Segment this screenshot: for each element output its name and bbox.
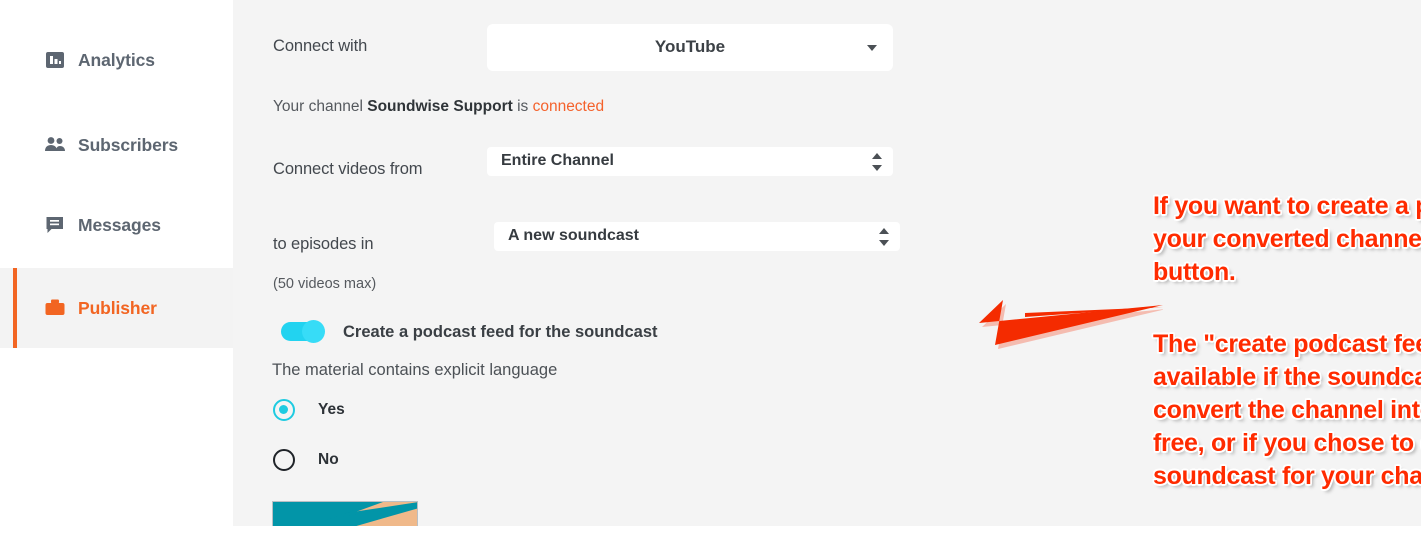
sidebar-item-label: Subscribers <box>78 134 179 155</box>
radio-button-selected[interactable] <box>273 399 295 421</box>
page-root: Analytics Subscribers Messages Publisher… <box>0 0 1421 536</box>
radio-label: No <box>318 451 339 468</box>
channel-status-prefix: Your channel <box>273 98 368 115</box>
create-podcast-feed-label: Create a podcast feed for the soundcast <box>343 323 658 341</box>
to-episodes-in-value: A new soundcast <box>508 227 639 244</box>
connected-status-link[interactable]: connected <box>533 98 605 115</box>
left-arrow-annotation <box>933 295 1166 355</box>
sidebar-item-publisher[interactable]: Publisher <box>0 268 233 348</box>
bottom-white-strip <box>0 526 1421 536</box>
to-episodes-in-label: to episodes in <box>273 235 374 253</box>
sidebar-item-subscribers[interactable]: Subscribers <box>0 105 233 185</box>
create-podcast-feed-toggle[interactable] <box>281 320 325 343</box>
channel-status: Your channel Soundwise Support is connec… <box>273 98 604 116</box>
annotation-text-2: The "create podcast feed" option is avai… <box>1153 330 1421 490</box>
connect-videos-from-value: Entire Channel <box>501 152 614 169</box>
radio-label: Yes <box>318 401 345 418</box>
videos-max-note: (50 videos max) <box>273 276 377 292</box>
connect-videos-from-select[interactable]: Entire Channel <box>487 147 893 176</box>
toggle-knob <box>302 320 325 343</box>
radio-button-unselected[interactable] <box>273 449 295 471</box>
channel-name: Soundwise Support <box>367 98 513 115</box>
chevron-down-icon <box>867 45 877 51</box>
sidebar-item-label: Messages <box>78 214 161 235</box>
sidebar-item-label: Publisher <box>78 297 157 318</box>
connect-with-value: YouTube <box>654 37 726 56</box>
briefcase-icon <box>44 297 66 319</box>
people-icon <box>44 134 66 156</box>
annotation-text-1: If you want to create a podcast feed for… <box>1153 192 1421 286</box>
explicit-language-label: The material contains explicit language <box>272 361 558 379</box>
main-content: Connect with YouTube Your channel Soundw… <box>233 0 1421 536</box>
updown-spinner-icon[interactable] <box>879 228 889 246</box>
connect-with-dropdown[interactable]: YouTube <box>487 24 893 71</box>
to-episodes-in-select[interactable]: A new soundcast <box>494 222 900 251</box>
connect-videos-from-label: Connect videos from <box>273 160 423 178</box>
connect-with-label: Connect with <box>273 37 368 55</box>
updown-spinner-icon[interactable] <box>872 153 882 171</box>
sidebar: Analytics Subscribers Messages Publisher <box>0 0 233 536</box>
message-icon <box>44 214 66 236</box>
sidebar-item-analytics[interactable]: Analytics <box>0 20 233 100</box>
sidebar-item-messages[interactable]: Messages <box>0 185 233 265</box>
channel-status-middle: is <box>512 98 533 115</box>
sidebar-item-label: Analytics <box>78 49 155 70</box>
bar-chart-icon <box>44 49 66 71</box>
